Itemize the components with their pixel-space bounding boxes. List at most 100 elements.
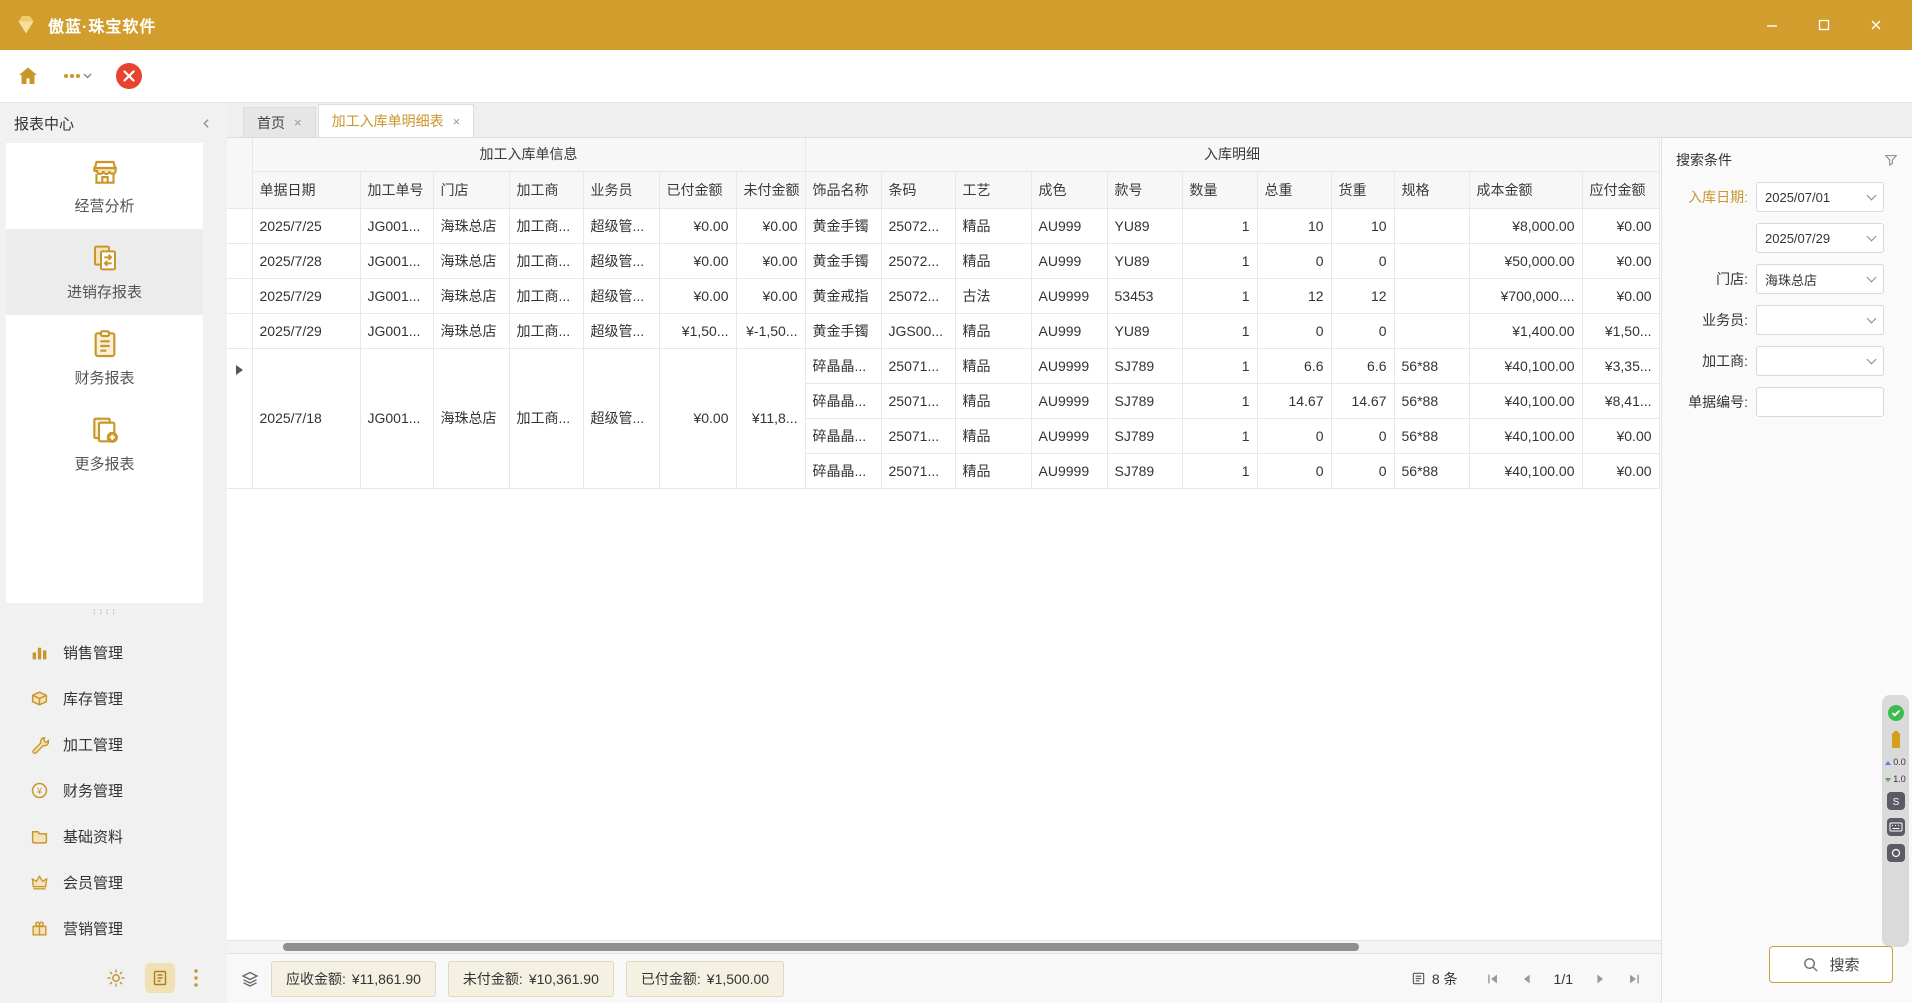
column-header[interactable]: 未付金额 <box>736 171 805 208</box>
column-header[interactable]: 款号 <box>1107 171 1182 208</box>
cell: 0 <box>1257 418 1331 453</box>
field-end-date[interactable]: 2025/07/29 <box>1756 223 1884 253</box>
sidebar-item-processing[interactable]: 加工管理 <box>0 721 227 767</box>
scrollbar-thumb[interactable] <box>283 943 1359 951</box>
next-page-button[interactable] <box>1587 966 1613 992</box>
field-label: 门店: <box>1716 269 1748 289</box>
record-list-icon <box>1411 971 1426 986</box>
column-header[interactable]: 业务员 <box>583 171 659 208</box>
sidebar-item-inventory[interactable]: 库存管理 <box>0 675 227 721</box>
sidebar-item-label: 加工管理 <box>63 734 123 755</box>
field-store[interactable]: 海珠总店 <box>1756 264 1884 294</box>
cell: 0 <box>1257 313 1331 348</box>
tab-report[interactable]: 加工入库单明细表× <box>318 104 475 137</box>
quick-menu-button[interactable] <box>60 68 94 84</box>
maximize-button[interactable] <box>1812 13 1836 37</box>
sidebar-item-base-data[interactable]: 基础资料 <box>0 813 227 859</box>
column-header[interactable]: 工艺 <box>955 171 1031 208</box>
cell: AU9999 <box>1031 278 1107 313</box>
settings-gear-icon[interactable] <box>105 967 127 989</box>
field-salesperson[interactable] <box>1756 305 1884 335</box>
sidebar-item-finance-report[interactable]: 财务报表 <box>6 315 203 401</box>
collapse-sidebar-icon[interactable] <box>200 117 213 130</box>
row-expander[interactable] <box>227 313 252 348</box>
keyboard-icon[interactable] <box>1887 818 1905 836</box>
sidebar-item-finance[interactable]: ¥财务管理 <box>0 767 227 813</box>
cell: 超级管... <box>583 278 659 313</box>
tab-close-icon[interactable]: × <box>453 115 461 128</box>
sidebar-item-inventory-report[interactable]: 进销存报表 <box>6 229 203 315</box>
column-header[interactable]: 应付金额 <box>1582 171 1659 208</box>
row-expander[interactable] <box>227 348 252 488</box>
field-start-date[interactable]: 2025/07/01 <box>1756 182 1884 212</box>
search-panel: 搜索条件 入库日期:2025/07/012025/07/29门店:海珠总店业务员… <box>1661 138 1912 1003</box>
column-header[interactable]: 已付金额 <box>659 171 736 208</box>
cell: 25071... <box>881 418 955 453</box>
cell: 1 <box>1182 348 1257 383</box>
sidebar-item-sales[interactable]: 销售管理 <box>0 629 227 675</box>
horizontal-scrollbar[interactable] <box>227 940 1661 953</box>
filter-funnel-icon[interactable] <box>1884 153 1898 167</box>
table-row[interactable]: 2025/7/29JG001...海珠总店加工商...超级管...¥0.00¥0… <box>227 278 1659 313</box>
close-button[interactable] <box>1864 13 1888 37</box>
tab-close-icon[interactable]: × <box>294 116 302 129</box>
table-row[interactable]: 2025/7/28JG001...海珠总店加工商...超级管...¥0.00¥0… <box>227 243 1659 278</box>
search-button[interactable]: 搜索 <box>1769 946 1893 983</box>
screenshot-tool-icon[interactable] <box>1887 844 1905 862</box>
column-header[interactable]: 总重 <box>1257 171 1331 208</box>
cell: ¥50,000.00 <box>1469 243 1582 278</box>
battery-icon[interactable] <box>1890 730 1902 750</box>
cell: 精品 <box>955 453 1031 488</box>
cell: 古法 <box>955 278 1031 313</box>
more-reports-icon <box>89 414 121 446</box>
report-shortcut-button[interactable] <box>145 963 175 993</box>
total-value: ¥1,500.00 <box>707 971 769 987</box>
column-header[interactable]: 成本金额 <box>1469 171 1582 208</box>
sidebar-title: 报表中心 <box>14 113 74 134</box>
column-header[interactable]: 条码 <box>881 171 955 208</box>
input-method-icon[interactable]: S <box>1887 792 1905 810</box>
sidebar-item-marketing[interactable]: 营销管理 <box>0 905 227 951</box>
prev-page-button[interactable] <box>1514 966 1540 992</box>
row-expander[interactable] <box>227 208 252 243</box>
cell: 黄金戒指 <box>805 278 881 313</box>
row-expander[interactable] <box>227 243 252 278</box>
close-all-button[interactable] <box>114 61 144 91</box>
column-header[interactable]: 单据日期 <box>252 171 360 208</box>
inventory-icon <box>30 689 49 708</box>
column-header[interactable]: 成色 <box>1031 171 1107 208</box>
cell: YU89 <box>1107 313 1182 348</box>
column-header[interactable]: 加工商 <box>509 171 583 208</box>
table-row[interactable]: 2025/7/25JG001...海珠总店加工商...超级管...¥0.00¥0… <box>227 208 1659 243</box>
cell: 海珠总店 <box>433 243 509 278</box>
sidebar-item-shop-analysis[interactable]: 经营分析 <box>6 143 203 229</box>
column-header[interactable]: 规格 <box>1394 171 1469 208</box>
first-page-button[interactable] <box>1480 966 1506 992</box>
table-row[interactable]: 2025/7/29JG001...海珠总店加工商...超级管...¥1,50..… <box>227 313 1659 348</box>
column-header[interactable]: 数量 <box>1182 171 1257 208</box>
page-indicator: 1/1 <box>1554 971 1573 987</box>
splitter-handle[interactable]: :::: <box>6 603 203 621</box>
total-value: ¥10,361.90 <box>529 971 599 987</box>
field-order-number[interactable] <box>1756 387 1884 417</box>
field-processor[interactable] <box>1756 346 1884 376</box>
sidebar-item-more-reports[interactable]: 更多报表 <box>6 401 203 487</box>
tab-home[interactable]: 首页× <box>243 107 316 137</box>
svg-text:S: S <box>1892 797 1899 808</box>
column-header[interactable]: 饰品名称 <box>805 171 881 208</box>
table-row[interactable]: 2025/7/18JG001...海珠总店加工商...超级管...¥0.00¥1… <box>227 348 1659 383</box>
home-button[interactable] <box>16 64 40 88</box>
column-header[interactable]: 加工单号 <box>360 171 433 208</box>
last-page-button[interactable] <box>1621 966 1647 992</box>
more-options-kebab-icon[interactable] <box>193 968 199 988</box>
row-expander[interactable] <box>227 278 252 313</box>
minimize-button[interactable] <box>1760 13 1784 37</box>
expand-arrow-icon[interactable] <box>236 365 243 375</box>
security-check-icon[interactable] <box>1887 704 1905 722</box>
cell: 海珠总店 <box>433 208 509 243</box>
sidebar-item-member[interactable]: 会员管理 <box>0 859 227 905</box>
column-header[interactable]: 门店 <box>433 171 509 208</box>
column-header[interactable]: 货重 <box>1331 171 1394 208</box>
cell: 碎晶晶... <box>805 348 881 383</box>
layers-icon[interactable] <box>241 970 259 988</box>
